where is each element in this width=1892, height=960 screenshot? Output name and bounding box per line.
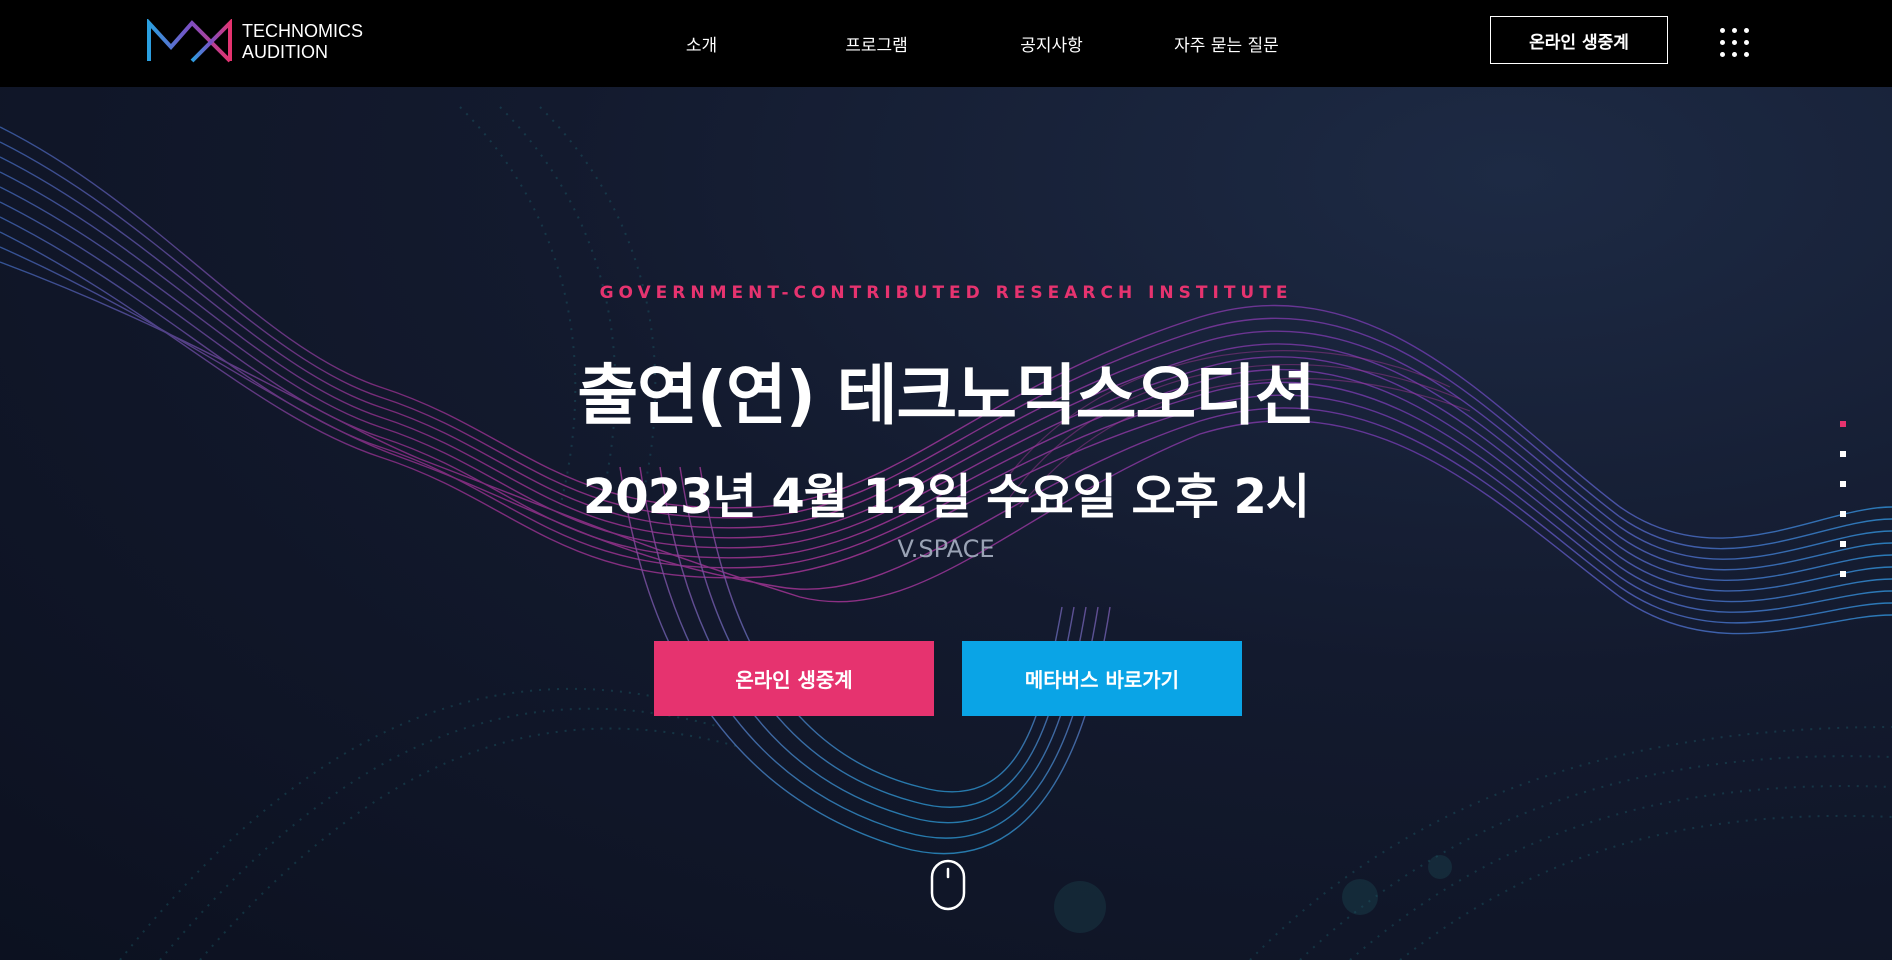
slide-dot-6[interactable] <box>1840 571 1846 577</box>
logo[interactable]: TECHNOMICS AUDITION <box>146 18 376 66</box>
logo-line-1: TECHNOMICS <box>242 21 363 41</box>
mouse-scroll-icon[interactable] <box>930 859 966 911</box>
nav-item-notice[interactable]: 공지사항 <box>964 31 1139 56</box>
slide-dot-2[interactable] <box>1840 451 1846 457</box>
hero-subtitle: GOVERNMENT-CONTRIBUTED RESEARCH INSTITUT… <box>599 283 1293 303</box>
nav-item-faq[interactable]: 자주 묻는 질문 <box>1139 31 1314 56</box>
hero-date: 2023년 4월 12일 수요일 오후 2시 <box>582 469 1310 525</box>
hero-title: 출연(연) 테크노믹스오디션 <box>577 357 1315 434</box>
metaverse-button[interactable]: 메타버스 바로가기 <box>962 641 1242 716</box>
logo-text: TECHNOMICS AUDITION <box>242 21 363 63</box>
slide-indicator <box>1840 421 1850 581</box>
slide-dot-5[interactable] <box>1840 541 1846 547</box>
site-header: TECHNOMICS AUDITION 소개 프로그램 공지사항 자주 묻는 질… <box>0 0 1892 87</box>
main-nav: 소개 프로그램 공지사항 자주 묻는 질문 <box>614 0 1314 87</box>
nav-item-intro[interactable]: 소개 <box>614 31 789 56</box>
slide-dot-1[interactable] <box>1840 421 1846 427</box>
live-stream-button[interactable]: 온라인 생중계 <box>654 641 934 716</box>
logo-mark-icon <box>147 19 232 63</box>
hero-venue: V.SPACE <box>897 535 995 563</box>
nav-item-program[interactable]: 프로그램 <box>789 31 964 56</box>
header-live-button[interactable]: 온라인 생중계 <box>1490 16 1668 64</box>
grid-menu-icon[interactable] <box>1720 28 1750 58</box>
logo-line-2: AUDITION <box>242 42 329 62</box>
hero-section: GOVERNMENT-CONTRIBUTED RESEARCH INSTITUT… <box>0 87 1892 960</box>
slide-dot-4[interactable] <box>1840 511 1846 517</box>
slide-dot-3[interactable] <box>1840 481 1846 487</box>
